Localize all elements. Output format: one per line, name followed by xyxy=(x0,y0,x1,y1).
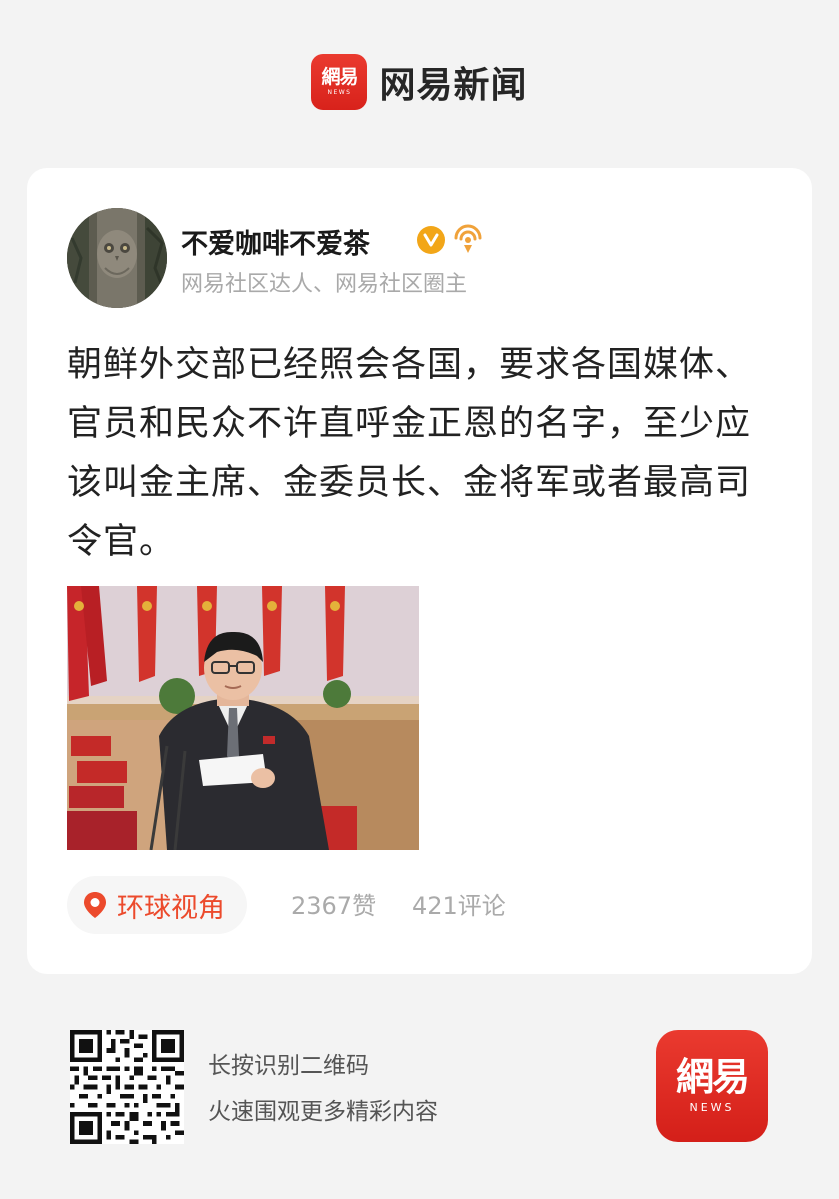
comment-count: 421评论 xyxy=(412,892,506,920)
app-header: 網易 NEWS 网易新闻 xyxy=(0,52,839,112)
qr-tagline: 火速围观更多精彩内容 xyxy=(208,1099,438,1125)
like-count: 2367赞 xyxy=(291,892,377,920)
verified-v-icon xyxy=(417,226,445,254)
post-card: 不爱咖啡不爱茶 网易社区达人、网易社区圈主 朝鲜外交部已经照会各国，要求各国媒体… xyxy=(27,168,812,974)
logo-text: 網易 xyxy=(321,66,358,88)
topic-label: 环球视角 xyxy=(117,892,225,924)
author-name[interactable]: 不爱咖啡不爱茶 xyxy=(181,222,370,261)
qr-code[interactable] xyxy=(70,1030,184,1144)
logo-subtext: NEWS xyxy=(327,89,352,96)
post-image[interactable] xyxy=(67,586,419,850)
speaker-photo xyxy=(67,586,419,850)
qr-instruction: 长按识别二维码 xyxy=(208,1053,369,1079)
post-text: 朝鲜外交部已经照会各国，要求各国媒体、官员和民众不许直呼金正恩的名字，至少应该叫… xyxy=(67,345,752,562)
logo-large-subtext: NEWS xyxy=(689,1101,735,1114)
circle-master-icon xyxy=(454,224,482,253)
topic-tag[interactable]: 环球视角 xyxy=(67,876,247,934)
netease-news-logo: 網易 NEWS xyxy=(311,54,368,110)
location-pin-icon xyxy=(84,892,106,918)
app-name: 网易新闻 xyxy=(379,65,528,106)
logo-large-text: 網易 xyxy=(675,1054,750,1099)
author-description: 网易社区达人、网易社区圈主 xyxy=(181,272,468,297)
avatar[interactable] xyxy=(67,208,167,308)
netease-news-logo-large: 網易 NEWS xyxy=(656,1030,768,1142)
avatar-owl-image xyxy=(67,208,167,308)
